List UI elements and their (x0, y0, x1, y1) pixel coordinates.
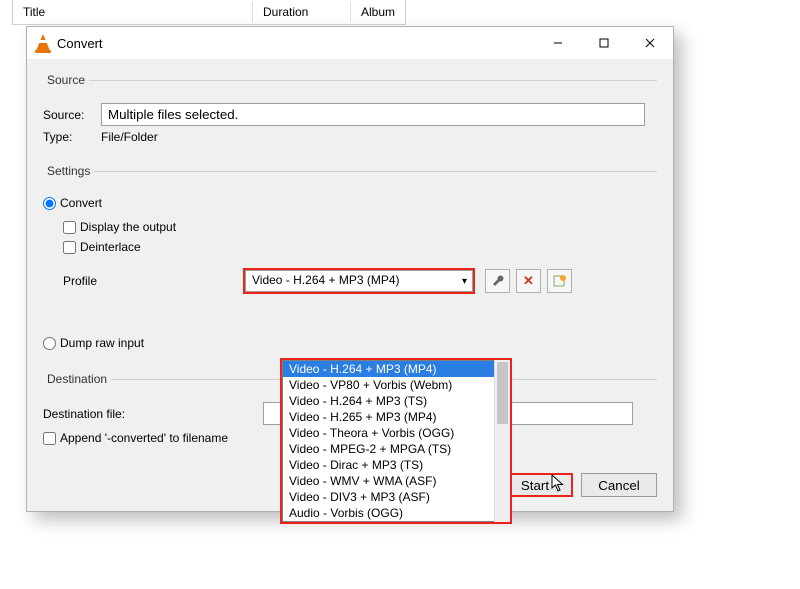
close-button[interactable] (627, 27, 673, 59)
profile-option[interactable]: Video - DIV3 + MP3 (ASF) (283, 489, 509, 505)
deinterlace-checkbox[interactable] (63, 241, 76, 254)
edit-profile-button[interactable] (485, 269, 510, 293)
maximize-button[interactable] (581, 27, 627, 59)
col-duration[interactable]: Duration (255, 2, 351, 22)
profile-option[interactable]: Video - MPEG-2 + MPGA (TS) (283, 441, 509, 457)
profile-option[interactable]: Audio - Vorbis (OGG) (283, 505, 509, 521)
new-profile-icon (553, 274, 567, 288)
destination-file-label: Destination file: (43, 407, 263, 421)
profile-label: Profile (43, 274, 243, 288)
cursor-icon (550, 474, 566, 499)
wrench-icon (491, 274, 505, 288)
dropdown-scrollbar[interactable] (494, 360, 510, 522)
delete-icon: ✕ (523, 273, 534, 289)
profile-option[interactable]: Video - H.264 + MP3 (TS) (283, 393, 509, 409)
type-label: Type: (43, 130, 101, 144)
profile-select[interactable]: Video - H.264 + MP3 (MP4) (245, 270, 473, 292)
profile-dropdown[interactable]: Video - H.264 + MP3 (MP4)Video - VP80 + … (280, 358, 512, 524)
source-legend: Source (43, 73, 89, 87)
cancel-button[interactable]: Cancel (581, 473, 657, 497)
new-profile-button[interactable] (547, 269, 572, 293)
titlebar[interactable]: Convert (27, 27, 673, 59)
col-album[interactable]: Album (353, 2, 403, 22)
source-input[interactable] (101, 103, 645, 126)
append-converted-label[interactable]: Append '-converted' to filename (60, 431, 228, 445)
profile-option[interactable]: Video - H.265 + MP3 (MP4) (283, 409, 509, 425)
profile-option[interactable]: Video - H.264 + MP3 (MP4) (283, 361, 509, 377)
display-output-label[interactable]: Display the output (80, 220, 176, 234)
delete-profile-button[interactable]: ✕ (516, 269, 541, 293)
deinterlace-label[interactable]: Deinterlace (80, 240, 141, 254)
type-value: File/Folder (101, 130, 158, 144)
settings-group: Settings Convert Display the output Dein… (43, 164, 657, 366)
settings-legend: Settings (43, 164, 94, 178)
display-output-checkbox[interactable] (63, 221, 76, 234)
background-playlist-header: Title Duration Album (12, 0, 406, 25)
append-converted-checkbox[interactable] (43, 432, 56, 445)
profile-option[interactable]: Video - WMV + WMA (ASF) (283, 473, 509, 489)
convert-radio[interactable] (43, 197, 56, 210)
vlc-cone-icon (35, 33, 51, 53)
profile-option[interactable]: Video - VP80 + Vorbis (Webm) (283, 377, 509, 393)
dump-raw-label[interactable]: Dump raw input (60, 336, 144, 350)
col-title[interactable]: Title (15, 2, 253, 22)
dump-raw-radio[interactable] (43, 337, 56, 350)
profile-option[interactable]: Video - Dirac + MP3 (TS) (283, 457, 509, 473)
profile-option[interactable]: Video - Theora + Vorbis (OGG) (283, 425, 509, 441)
source-label: Source: (43, 108, 101, 122)
destination-legend: Destination (43, 372, 111, 386)
minimize-button[interactable] (535, 27, 581, 59)
source-group: Source Source: Type: File/Folder (43, 73, 657, 158)
convert-radio-label[interactable]: Convert (60, 196, 102, 210)
window-title: Convert (57, 36, 535, 51)
